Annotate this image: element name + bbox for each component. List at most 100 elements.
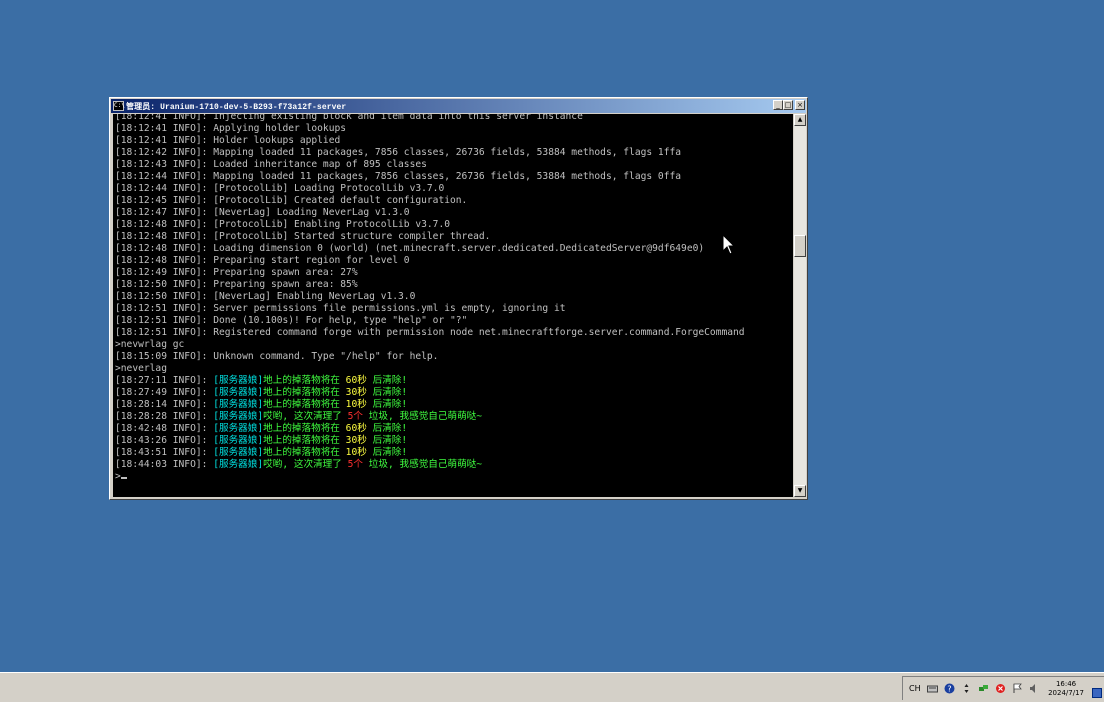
console-text-segment: 哎哟, 这次清理了 <box>263 411 348 422</box>
window-controls: _ □ × <box>773 100 805 110</box>
taskbar: CH ? 16:46 2024/7/17 <box>0 672 1104 702</box>
console-text-segment: 地上的掉落物将在 <box>263 435 346 446</box>
console-line: [18:12:51 INFO]: Done (10.100s)! For hel… <box>115 315 745 327</box>
console-text-segment: [18:12:41 INFO]: Applying holder lookups <box>115 123 347 134</box>
console-text-segment: [18:12:48 INFO]: Loading dimension 0 (wo… <box>115 243 705 254</box>
scroll-up-button[interactable]: ▲ <box>794 114 806 126</box>
console-text-segment: [服务器娘] <box>213 375 264 386</box>
console-line: [18:28:28 INFO]: [服务器娘]哎哟, 这次清理了 5个 垃圾, … <box>115 411 745 423</box>
maximize-button[interactable]: □ <box>783 100 793 110</box>
console-line: [18:12:48 INFO]: [ProtocolLib] Started s… <box>115 231 745 243</box>
console-text-segment: 垃圾, 我感觉自己萌萌哒~ <box>363 411 483 422</box>
console-line: [18:12:50 INFO]: [NeverLag] Enabling Nev… <box>115 291 745 303</box>
console-text-segment: [服务器娘] <box>213 387 264 398</box>
scroll-down-button[interactable]: ▼ <box>794 485 806 497</box>
console-text-segment: [18:43:26 INFO]: <box>115 435 214 446</box>
close-button[interactable]: × <box>795 100 805 110</box>
console-text-segment: 10秒 <box>345 447 367 458</box>
keyboard-icon[interactable] <box>926 683 938 694</box>
console-text-segment: [18:12:49 INFO]: Preparing spawn area: 2… <box>115 267 358 278</box>
mouse-pointer-icon <box>722 234 736 255</box>
console-text-segment: 后清除! <box>366 399 408 410</box>
console-line: [18:12:43 INFO]: Loaded inheritance map … <box>115 159 745 171</box>
console-line: [18:12:50 INFO]: Preparing spawn area: 8… <box>115 279 745 291</box>
system-tray: CH ? 16:46 2024/7/17 <box>902 676 1104 700</box>
console-line: [18:28:14 INFO]: [服务器娘]地上的掉落物将在 10秒 后清除! <box>115 399 745 411</box>
console-text-segment: [18:42:48 INFO]: <box>115 423 214 434</box>
vertical-scrollbar[interactable]: ▲ ▼ <box>794 114 806 497</box>
console-text-segment: 后清除! <box>366 375 408 386</box>
input-method-icon[interactable] <box>961 683 972 694</box>
console-text-segment: [18:12:50 INFO]: [NeverLag] Enabling Nev… <box>115 291 416 302</box>
console-text-segment: [服务器娘] <box>213 447 264 458</box>
console-text-segment: [服务器娘] <box>213 411 264 422</box>
console-line: [18:12:47 INFO]: [NeverLag] Loading Neve… <box>115 207 745 219</box>
console-line: > <box>115 471 745 483</box>
console-line: [18:12:49 INFO]: Preparing spawn area: 2… <box>115 267 745 279</box>
console-text-segment: [服务器娘] <box>213 459 264 470</box>
console-text-segment: 垃圾, 我感觉自己萌萌哒~ <box>363 459 483 470</box>
network-icon[interactable] <box>978 683 989 694</box>
console-text-segment: [18:12:42 INFO]: Mapping loaded 11 packa… <box>115 147 682 158</box>
console-line: [18:12:51 INFO]: Server permissions file… <box>115 303 745 315</box>
console-text-segment: [18:12:48 INFO]: [ProtocolLib] Started s… <box>115 231 491 242</box>
show-desktop-button[interactable] <box>1092 688 1102 698</box>
console-text-segment: 60秒 <box>345 375 367 386</box>
console-text-segment: 5个 <box>347 411 363 422</box>
clock-time: 16:46 <box>1055 680 1077 688</box>
volume-icon[interactable] <box>1029 683 1040 694</box>
console-line: [18:15:09 INFO]: Unknown command. Type "… <box>115 351 745 363</box>
console-text-segment: [18:12:51 INFO]: Server permissions file… <box>115 303 566 314</box>
help-icon[interactable]: ? <box>944 683 955 694</box>
console-line: [18:44:03 INFO]: [服务器娘]哎哟, 这次清理了 5个 垃圾, … <box>115 459 745 471</box>
minimize-button[interactable]: _ <box>773 100 783 110</box>
console-line: [18:43:51 INFO]: [服务器娘]地上的掉落物将在 10秒 后清除! <box>115 447 745 459</box>
clock[interactable]: 16:46 2024/7/17 <box>1048 680 1084 698</box>
console-line: [18:12:48 INFO]: Preparing start region … <box>115 255 745 267</box>
console-text-segment: [服务器娘] <box>213 423 264 434</box>
console-line: [18:12:41 INFO]: Holder lookups applied <box>115 135 745 147</box>
console-line: [18:12:48 INFO]: Loading dimension 0 (wo… <box>115 243 745 255</box>
console-output[interactable]: [18:12:41 INFO]: Injecting existing bloc… <box>113 114 793 497</box>
console-text-segment: [18:12:44 INFO]: [ProtocolLib] Loading P… <box>115 183 445 194</box>
console-app-icon[interactable]: C:\ <box>113 101 125 111</box>
console-text-segment: [18:15:09 INFO]: Unknown command. Type "… <box>115 351 439 362</box>
console-text-segment: [18:28:28 INFO]: <box>115 411 214 422</box>
language-indicator[interactable]: CH <box>909 684 921 693</box>
security-alert-icon[interactable] <box>995 683 1006 694</box>
console-line: >nevwrlag gc <box>115 339 745 351</box>
console-text-segment: 后清除! <box>366 387 408 398</box>
console-text-segment: 地上的掉落物将在 <box>263 375 346 386</box>
console-text-segment: 地上的掉落物将在 <box>263 423 346 434</box>
console-text-segment: [18:44:03 INFO]: <box>115 459 214 470</box>
console-text-segment: [18:12:41 INFO]: Holder lookups applied <box>115 135 341 146</box>
flag-icon[interactable] <box>1012 683 1023 694</box>
console-lines: [18:12:41 INFO]: Injecting existing bloc… <box>115 114 745 483</box>
console-text-segment: [18:27:11 INFO]: <box>115 375 214 386</box>
console-line: [18:27:11 INFO]: [服务器娘]地上的掉落物将在 60秒 后清除! <box>115 375 745 387</box>
console-text-segment: [服务器娘] <box>213 435 264 446</box>
console-text-segment: 10秒 <box>345 399 367 410</box>
console-text-segment: 哎哟, 这次清理了 <box>263 459 348 470</box>
console-line: [18:12:42 INFO]: Mapping loaded 11 packa… <box>115 147 745 159</box>
console-text-segment: [18:12:51 INFO]: Registered command forg… <box>115 327 745 338</box>
console-text-segment: 30秒 <box>345 387 367 398</box>
window-title: 管理员: Uranium-1710-dev-5-B293-f73a12f-ser… <box>126 102 347 112</box>
console-line: [18:12:41 INFO]: Injecting existing bloc… <box>115 114 745 123</box>
console-line: [18:12:44 INFO]: Mapping loaded 11 packa… <box>115 171 745 183</box>
console-text-segment: [18:12:47 INFO]: [NeverLag] Loading Neve… <box>115 207 410 218</box>
console-text-segment: 地上的掉落物将在 <box>263 447 346 458</box>
console-text-segment: [18:12:50 INFO]: Preparing spawn area: 8… <box>115 279 358 290</box>
console-text-segment: 地上的掉落物将在 <box>263 399 346 410</box>
console-text-segment: [18:12:43 INFO]: Loaded inheritance map … <box>115 159 427 170</box>
console-line: [18:12:45 INFO]: [ProtocolLib] Created d… <box>115 195 745 207</box>
console-window[interactable]: C:\ 管理员: Uranium-1710-dev-5-B293-f73a12f… <box>109 97 808 500</box>
titlebar[interactable]: C:\ 管理员: Uranium-1710-dev-5-B293-f73a12f… <box>111 99 806 113</box>
console-text-segment: >nevwrlag gc <box>115 339 185 350</box>
console-line: [18:43:26 INFO]: [服务器娘]地上的掉落物将在 30秒 后清除! <box>115 435 745 447</box>
console-text-segment: 后清除! <box>366 447 408 458</box>
text-cursor <box>120 477 127 479</box>
scroll-thumb[interactable] <box>794 235 806 257</box>
console-text-segment: 5个 <box>347 459 363 470</box>
console-line: [18:12:48 INFO]: [ProtocolLib] Enabling … <box>115 219 745 231</box>
